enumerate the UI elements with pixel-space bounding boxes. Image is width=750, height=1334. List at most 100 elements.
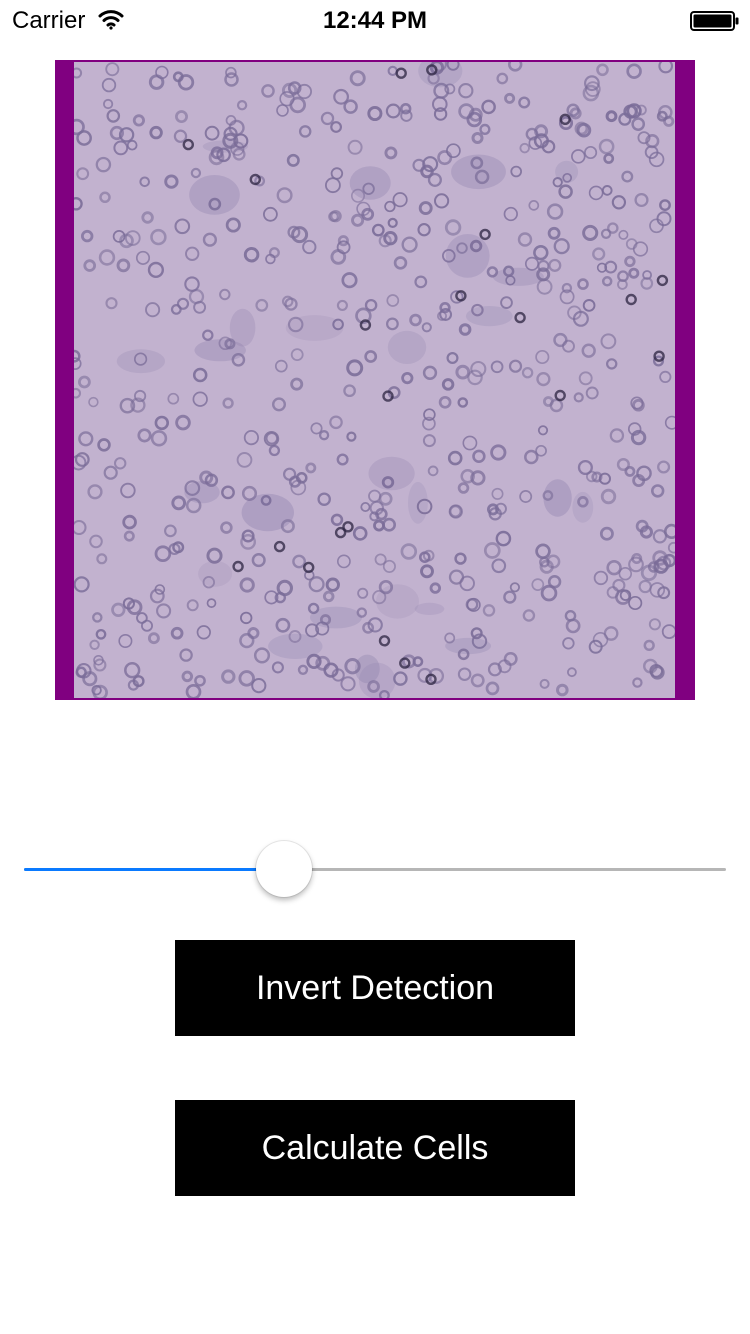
dark-cell: [334, 526, 347, 539]
cell: [421, 322, 432, 333]
cell-micrograph-canvas: [74, 62, 675, 698]
cell: [241, 485, 258, 501]
cell: [582, 299, 596, 312]
cell: [124, 662, 141, 679]
cell: [467, 369, 483, 386]
cell: [89, 534, 103, 549]
cell: [517, 232, 533, 247]
cell: [192, 391, 208, 407]
cell: [265, 432, 278, 445]
cell: [113, 140, 129, 156]
cell: [220, 521, 233, 534]
cell: [535, 349, 550, 365]
cell: [420, 564, 434, 579]
cell: [346, 359, 364, 377]
cell: [251, 678, 267, 694]
cell: [439, 301, 451, 314]
invert-detection-button[interactable]: Invert Detection: [175, 940, 575, 1036]
cell: [171, 495, 187, 511]
cell: [455, 364, 471, 380]
cell: [368, 489, 382, 503]
slider-thumb[interactable]: [255, 841, 312, 897]
cell: [482, 604, 496, 617]
cell: [417, 223, 431, 237]
cell: [317, 492, 331, 506]
cell: [276, 187, 293, 204]
cell: [330, 513, 344, 526]
cell: [491, 487, 504, 500]
cell: [524, 256, 540, 271]
cell: [181, 670, 194, 683]
cell: [120, 482, 136, 499]
cell: [503, 590, 517, 604]
cell: [222, 397, 234, 409]
cell: [88, 396, 99, 408]
cell-cluster: [387, 330, 427, 364]
cell: [441, 378, 455, 391]
cell: [392, 192, 408, 208]
cell: [164, 174, 179, 189]
cell: [603, 153, 615, 164]
cell: [95, 628, 107, 640]
cell: [573, 392, 584, 403]
cell: [371, 223, 385, 237]
cell: [500, 296, 513, 309]
cell: [558, 184, 573, 199]
cell: [490, 360, 504, 374]
cell: [628, 267, 640, 279]
cell: [624, 465, 636, 477]
cell: [206, 598, 217, 608]
cell: [539, 678, 550, 689]
cell-cluster: [492, 267, 544, 286]
cell: [386, 294, 400, 307]
cell: [547, 226, 561, 240]
cell: [77, 375, 91, 389]
cell: [659, 370, 672, 383]
cell-counter-screen: Carrier 12:44 PM Invert Detection Calcul…: [0, 0, 750, 1334]
cell: [148, 74, 165, 90]
cell: [307, 602, 320, 615]
cell: [185, 246, 200, 261]
cell: [429, 582, 442, 594]
cell: [105, 297, 118, 310]
cell: [290, 348, 304, 362]
cell: [508, 62, 523, 72]
cell: [357, 587, 369, 599]
cell: [664, 415, 675, 430]
cell: [384, 146, 398, 160]
cell: [74, 519, 87, 536]
cell-cluster: [543, 479, 572, 517]
cell: [382, 559, 396, 573]
dark-cell: [378, 635, 391, 647]
cell: [164, 524, 177, 538]
cell: [96, 553, 108, 565]
cell: [364, 298, 378, 312]
cell: [378, 491, 393, 506]
dark-cell: [273, 540, 286, 553]
cell: [578, 371, 593, 386]
cell: [393, 671, 408, 686]
cell: [658, 62, 674, 74]
cell: [204, 125, 220, 141]
cell: [103, 465, 118, 480]
cell: [255, 298, 269, 312]
cell: [491, 558, 507, 574]
cell: [239, 577, 255, 593]
cell: [343, 99, 358, 114]
cell: [667, 541, 675, 554]
threshold-slider[interactable]: [24, 840, 726, 900]
calculate-cells-button[interactable]: Calculate Cells: [175, 1100, 575, 1196]
cell: [330, 167, 344, 180]
cell: [106, 109, 121, 123]
cell: [340, 676, 356, 692]
cell: [92, 612, 103, 623]
cell: [446, 143, 461, 159]
cell-cluster: [555, 160, 579, 183]
cell: [206, 547, 223, 564]
cell: [156, 603, 172, 619]
cell: [324, 177, 341, 194]
cell: [400, 543, 418, 560]
cell: [470, 673, 485, 688]
cell: [448, 569, 465, 585]
cell: [454, 552, 467, 565]
